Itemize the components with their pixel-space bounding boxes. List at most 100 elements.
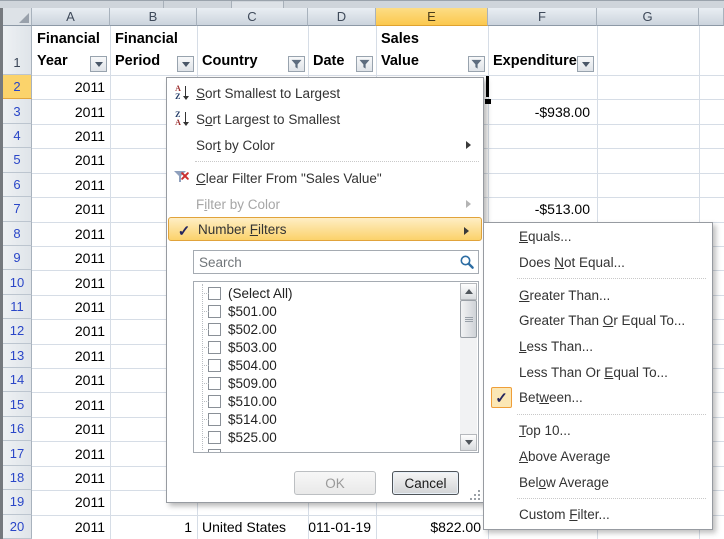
column-header-G[interactable]: G <box>597 8 699 26</box>
list-item-50900[interactable]: $509.00 <box>194 374 478 392</box>
ok-button[interactable]: OK <box>294 471 376 495</box>
cell-A8[interactable]: 2011 <box>33 222 110 246</box>
checkbox-unchecked[interactable] <box>208 377 221 390</box>
checkbox-unchecked[interactable] <box>208 323 221 336</box>
cell-A11[interactable]: 2011 <box>33 295 110 319</box>
menu-item-sort-smallest-to-largest[interactable]: AZSort Smallest to Largest <box>167 80 483 106</box>
submenu-item-below-average[interactable]: Below Average <box>484 469 712 495</box>
cell-A12[interactable]: 2011 <box>33 319 110 343</box>
menu-item-sort-by-color[interactable]: Sort by Color <box>167 132 483 158</box>
cell-A6[interactable]: 2011 <box>33 173 110 197</box>
header-cell-B[interactable]: Financial Period <box>111 26 197 75</box>
list-item-50300[interactable]: $503.00 <box>194 338 478 356</box>
column-header-F[interactable]: F <box>488 8 597 26</box>
list-item-52500[interactable]: $525.00 <box>194 428 478 446</box>
submenu-item-greater-than[interactable]: Greater Than... <box>484 282 712 308</box>
submenu-item-less-than[interactable]: Less Than... <box>484 334 712 360</box>
applied-filter-button-C[interactable] <box>288 56 305 72</box>
cell-A17[interactable]: 2011 <box>33 441 110 465</box>
submenu-item-equals[interactable]: Equals... <box>484 224 712 250</box>
row-header-3[interactable]: 3 <box>3 99 32 123</box>
scrollbar-thumb[interactable] <box>460 300 477 338</box>
menu-item-number-filters[interactable]: ✓Number Filters <box>168 217 482 241</box>
cell-A2[interactable]: 2011 <box>33 75 110 99</box>
submenu-item-custom-filter[interactable]: Custom Filter... <box>484 502 712 528</box>
header-cell-A[interactable]: Financial Year <box>33 26 110 75</box>
row-header-13[interactable]: 13 <box>3 344 32 368</box>
list-item-partial[interactable] <box>194 446 478 453</box>
cancel-button[interactable]: Cancel <box>392 471 459 495</box>
checkbox-unchecked[interactable] <box>208 413 221 426</box>
filter-dropdown-button-A[interactable] <box>90 56 107 72</box>
filter-dropdown-button-B[interactable] <box>177 56 194 72</box>
cell-A7[interactable]: 2011 <box>33 197 110 221</box>
menu-item-filter-by-color[interactable]: Filter by Color <box>167 191 483 217</box>
row-header-17[interactable]: 17 <box>3 441 32 465</box>
column-header-C[interactable]: C <box>197 8 308 26</box>
menu-item-clear-filter[interactable]: Clear Filter From "Sales Value" <box>167 165 483 191</box>
cell-C20[interactable]: United States <box>198 515 308 539</box>
header-cell-E[interactable]: Sales Value <box>377 26 488 75</box>
cell-A19[interactable]: 2011 <box>33 490 110 514</box>
cell-A18[interactable]: 2011 <box>33 466 110 490</box>
row-header-8[interactable]: 8 <box>3 222 32 246</box>
column-header-D[interactable]: D <box>308 8 376 26</box>
checkbox-unchecked[interactable] <box>208 341 221 354</box>
list-item-51400[interactable]: $514.00 <box>194 410 478 428</box>
row-header-1[interactable]: 1 <box>3 26 32 75</box>
submenu-item-above-average[interactable]: Above Average <box>484 444 712 470</box>
header-cell-F[interactable]: Expenditure <box>489 26 597 75</box>
row-header-6[interactable]: 6 <box>3 173 32 197</box>
column-header-E[interactable]: E <box>376 8 488 26</box>
applied-filter-button-E[interactable] <box>468 56 485 72</box>
row-header-5[interactable]: 5 <box>3 148 32 172</box>
submenu-item-less-than-or-equal-to[interactable]: Less Than Or Equal To... <box>484 359 712 385</box>
cell-F3[interactable]: -$938.00 <box>489 99 597 123</box>
cell-A13[interactable]: 2011 <box>33 344 110 368</box>
select-all-corner[interactable] <box>3 8 32 26</box>
cell-F7[interactable]: -$513.00 <box>489 197 597 221</box>
submenu-item-top-10[interactable]: Top 10... <box>484 418 712 444</box>
row-header-20[interactable]: 20 <box>3 515 32 539</box>
row-header-16[interactable]: 16 <box>3 417 32 441</box>
row-header-15[interactable]: 15 <box>3 392 32 416</box>
submenu-item-does-not-equal[interactable]: Does Not Equal... <box>484 250 712 276</box>
header-cell-C[interactable]: Country <box>198 26 308 75</box>
menu-item-sort-largest-to-smallest[interactable]: ZASort Largest to Smallest <box>167 106 483 132</box>
column-header-B[interactable]: B <box>110 8 197 26</box>
row-header-19[interactable]: 19 <box>3 490 32 514</box>
cell-A16[interactable]: 2011 <box>33 417 110 441</box>
cell-A9[interactable]: 2011 <box>33 246 110 270</box>
checkbox-unchecked[interactable] <box>208 395 221 408</box>
list-item-50400[interactable]: $504.00 <box>194 356 478 374</box>
scroll-down-button[interactable] <box>460 434 477 451</box>
column-header-partial[interactable] <box>699 8 724 26</box>
cell-A4[interactable]: 2011 <box>33 124 110 148</box>
list-item-select-all[interactable]: (Select All) <box>194 284 478 302</box>
row-header-14[interactable]: 14 <box>3 368 32 392</box>
cell-A10[interactable]: 2011 <box>33 270 110 294</box>
row-header-2[interactable]: 2 <box>3 75 32 99</box>
cell-A14[interactable]: 2011 <box>33 368 110 392</box>
checkbox-unchecked[interactable] <box>208 305 221 318</box>
fill-handle[interactable] <box>485 99 491 104</box>
row-header-10[interactable]: 10 <box>3 270 32 294</box>
header-cell-D[interactable]: Date <box>309 26 376 75</box>
cell-A20[interactable]: 2011 <box>33 515 110 539</box>
filter-dropdown-button-F[interactable] <box>577 56 594 72</box>
row-header-18[interactable]: 18 <box>3 466 32 490</box>
row-header-4[interactable]: 4 <box>3 124 32 148</box>
applied-filter-button-D[interactable] <box>356 56 373 72</box>
cell-B20[interactable]: 1 <box>111 515 197 539</box>
cell-E20[interactable]: $822.00 <box>377 515 488 539</box>
row-header-9[interactable]: 9 <box>3 246 32 270</box>
list-item-50100[interactable]: $501.00 <box>194 302 478 320</box>
list-item-50200[interactable]: $502.00 <box>194 320 478 338</box>
cell-A5[interactable]: 2011 <box>33 148 110 172</box>
cell-A3[interactable]: 2011 <box>33 99 110 123</box>
column-header-A[interactable]: A <box>32 8 110 26</box>
submenu-item-between[interactable]: ✓Between... <box>484 385 712 411</box>
checkbox-unchecked[interactable] <box>208 431 221 444</box>
checkbox-unchecked[interactable] <box>208 287 221 300</box>
search-icon[interactable] <box>459 254 475 270</box>
